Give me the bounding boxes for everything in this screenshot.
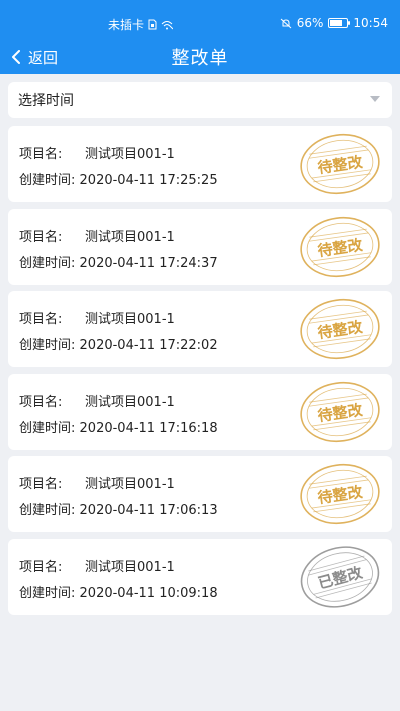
mute-icon [280,18,292,28]
created-time-label: 创建时间: [19,338,76,353]
status-stamp: 待整改 [300,216,380,278]
project-name-row: 项目名: 测试项目001-1 [19,556,175,575]
nav-bar: 返回 整改单 [0,40,400,74]
created-time-row: 创建时间: 2020-04-11 17:24:37 [19,252,218,271]
created-time-row: 创建时间: 2020-04-11 10:09:18 [19,582,218,601]
project-name-value: 测试项目001-1 [85,312,175,327]
created-time-value: 2020-04-11 17:16:18 [79,421,218,436]
list-item[interactable]: 项目名: 测试项目001-1 创建时间: 2020-04-11 17:24:37 待整… [8,209,392,285]
project-name-row: 项目名: 测试项目001-1 [19,226,175,245]
created-time-label: 创建时间: [19,503,76,518]
created-time-label: 创建时间: [19,586,76,601]
project-name-row: 项目名: 测试项目001-1 [19,308,175,327]
project-name-value: 测试项目001-1 [85,477,175,492]
clock: 10:54 [353,16,388,30]
created-time-value: 2020-04-11 17:06:13 [79,503,218,518]
status-stamp: 待整改 [300,133,380,195]
created-time-row: 创建时间: 2020-04-11 17:06:13 [19,499,218,518]
status-stamp-text: 已整改 [316,563,365,592]
time-filter-label: 选择时间 [18,93,74,109]
battery-percent: 66% [296,16,324,30]
project-name-label: 项目名: [19,312,63,327]
dropdown-arrow-icon [370,96,380,102]
status-carrier-group: 未插卡 [108,16,174,33]
list-item[interactable]: 项目名: 测试项目001-1 创建时间: 2020-04-11 17:22:02 待整… [8,291,392,367]
project-name-label: 项目名: [19,477,63,492]
project-name-label: 项目名: [19,147,63,162]
status-stamp: 已整改 [300,546,380,608]
project-name-label: 项目名: [19,230,63,245]
created-time-value: 2020-04-11 10:09:18 [79,586,218,601]
status-stamp: 待整改 [300,381,380,443]
list-item[interactable]: 项目名: 测试项目001-1 创建时间: 2020-04-11 17:16:18 待整… [8,374,392,450]
created-time-row: 创建时间: 2020-04-11 17:22:02 [19,334,218,353]
created-time-label: 创建时间: [19,421,76,436]
page-title: 整改单 [171,48,229,69]
project-name-value: 测试项目001-1 [85,560,175,575]
wifi-off-icon [161,20,174,29]
app-header: 未插卡 66% 10:54 返回 整改单 [0,0,400,74]
status-stamp: 待整改 [300,298,380,360]
list-item[interactable]: 项目名: 测试项目001-1 创建时间: 2020-04-11 10:09:18 已整… [8,539,392,615]
battery-icon [328,18,351,28]
project-name-row: 项目名: 测试项目001-1 [19,473,175,492]
status-stamp: 待整改 [300,463,380,525]
sim-icon [148,19,157,30]
carrier-label: 未插卡 [108,18,145,32]
list-item[interactable]: 项目名: 测试项目001-1 创建时间: 2020-04-11 17:06:13 待整… [8,456,392,532]
project-name-row: 项目名: 测试项目001-1 [19,143,175,162]
project-name-row: 项目名: 测试项目001-1 [19,391,175,410]
project-name-value: 测试项目001-1 [85,230,175,245]
created-time-label: 创建时间: [19,256,76,271]
created-time-row: 创建时间: 2020-04-11 17:16:18 [19,417,218,436]
created-time-label: 创建时间: [19,173,76,188]
created-time-value: 2020-04-11 17:25:25 [79,173,218,188]
time-filter-select[interactable]: 选择时间 [8,82,392,118]
project-name-label: 项目名: [19,560,63,575]
project-name-label: 项目名: [19,395,63,410]
project-name-value: 测试项目001-1 [85,147,175,162]
status-right-group: 66% 10:54 [280,16,388,30]
project-name-value: 测试项目001-1 [85,395,175,410]
created-time-row: 创建时间: 2020-04-11 17:25:25 [19,169,218,188]
created-time-value: 2020-04-11 17:22:02 [79,338,218,353]
created-time-value: 2020-04-11 17:24:37 [79,256,218,271]
list-item[interactable]: 项目名: 测试项目001-1 创建时间: 2020-04-11 17:25:25 待整… [8,126,392,202]
status-bar: 未插卡 66% 10:54 [0,0,400,40]
